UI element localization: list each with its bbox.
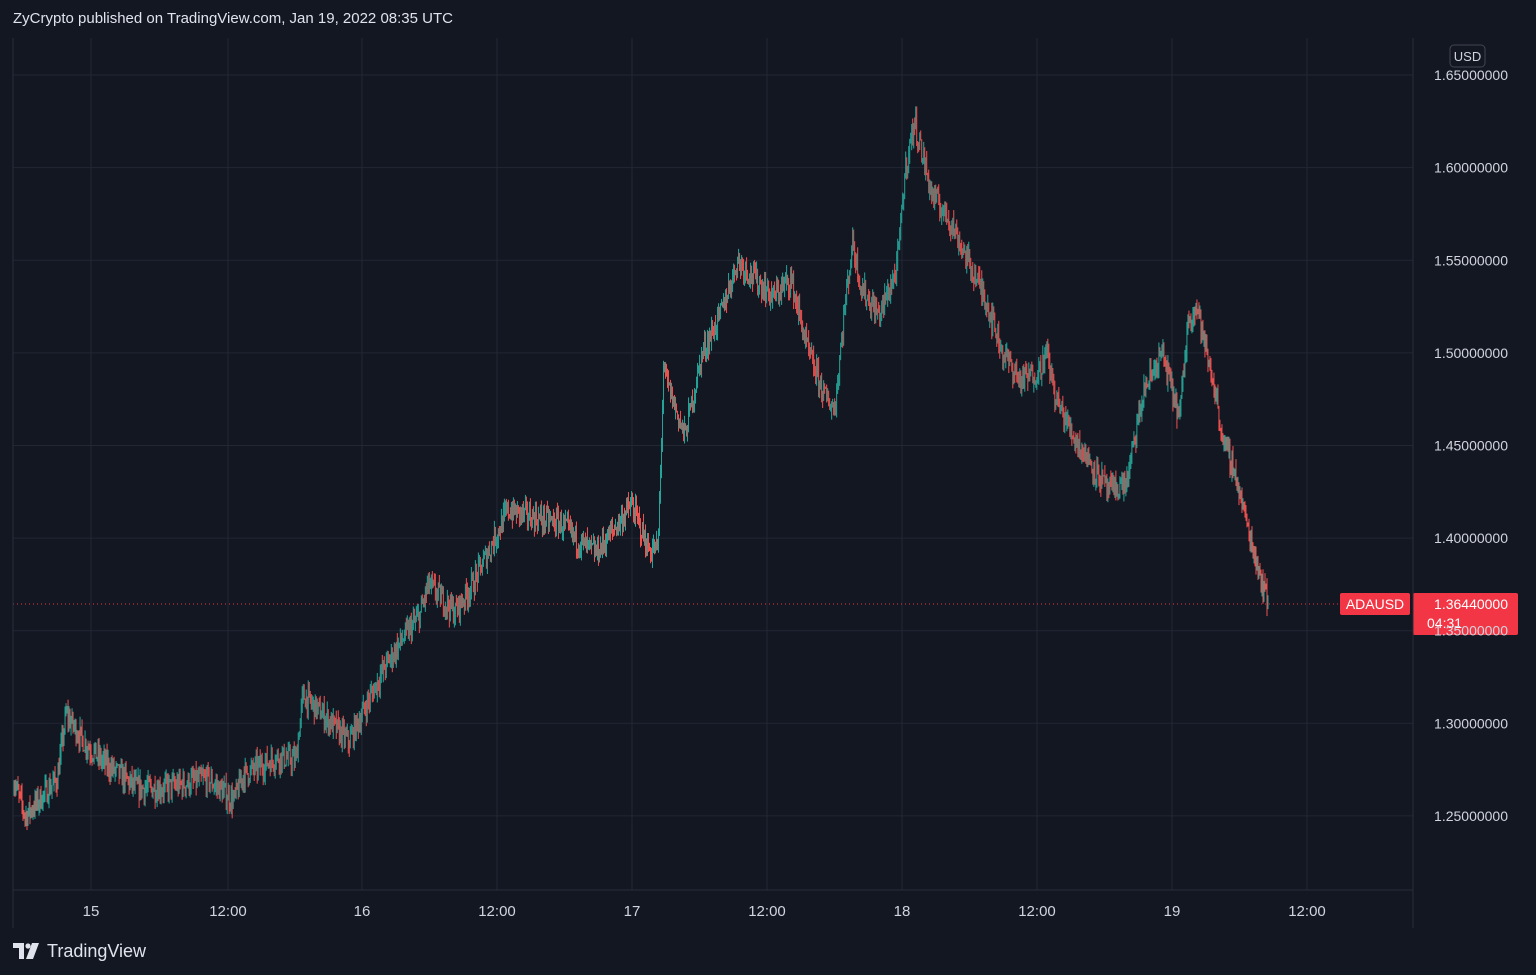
y-tick-label: 1.50000000 [1434, 345, 1508, 361]
y-tick-label: 1.25000000 [1434, 808, 1508, 824]
currency-label: USD [1454, 49, 1481, 64]
x-tick-label: 12:00 [1288, 903, 1326, 920]
x-tick-label: 16 [354, 903, 371, 920]
y-tick-label: 1.45000000 [1434, 437, 1508, 453]
y-tick-label: 1.60000000 [1434, 160, 1508, 176]
y-tick-label: 1.35000000 [1434, 623, 1508, 639]
y-tick-label: 1.30000000 [1434, 715, 1508, 731]
x-tick-label: 15 [83, 903, 100, 920]
x-tick-label: 12:00 [748, 903, 786, 920]
symbol-label: ADAUSD [1346, 596, 1404, 612]
overlay: ADAUSD 1.3644000004:31 [13, 593, 1518, 636]
candles [12, 106, 1269, 831]
x-tick-label: 19 [1164, 903, 1181, 920]
x-tick-label: 18 [894, 903, 911, 920]
x-tick-label: 12:00 [209, 903, 247, 920]
x-tick-label: 12:00 [1018, 903, 1056, 920]
tradingview-brand: TradingView [47, 940, 147, 961]
x-tick-label: 17 [624, 903, 641, 920]
y-tick-label: 1.65000000 [1434, 67, 1508, 83]
grid-lines [13, 38, 1413, 890]
publish-info: ZyCrypto published on TradingView.com, J… [13, 10, 453, 27]
tradingview-footer[interactable]: TradingView [13, 935, 146, 967]
price-chart[interactable]: ADAUSD 1.36440000 04:31 1.25000000 1.300000… [0, 38, 1536, 928]
axes: 1.25000000 1.30000000 1.35000000 1.40000000… [12, 38, 1508, 928]
y-tick-label: 1.55000000 [1434, 252, 1508, 268]
last-price-label: 1.36440000 [1434, 596, 1508, 612]
tradingview-logo-icon [13, 943, 41, 959]
y-tick-label: 1.40000000 [1434, 530, 1508, 546]
candlestick-chart-svg[interactable]: ADAUSD 1.3644000004:31 1.250000001.300000… [0, 38, 1536, 928]
x-tick-label: 12:00 [478, 903, 516, 920]
